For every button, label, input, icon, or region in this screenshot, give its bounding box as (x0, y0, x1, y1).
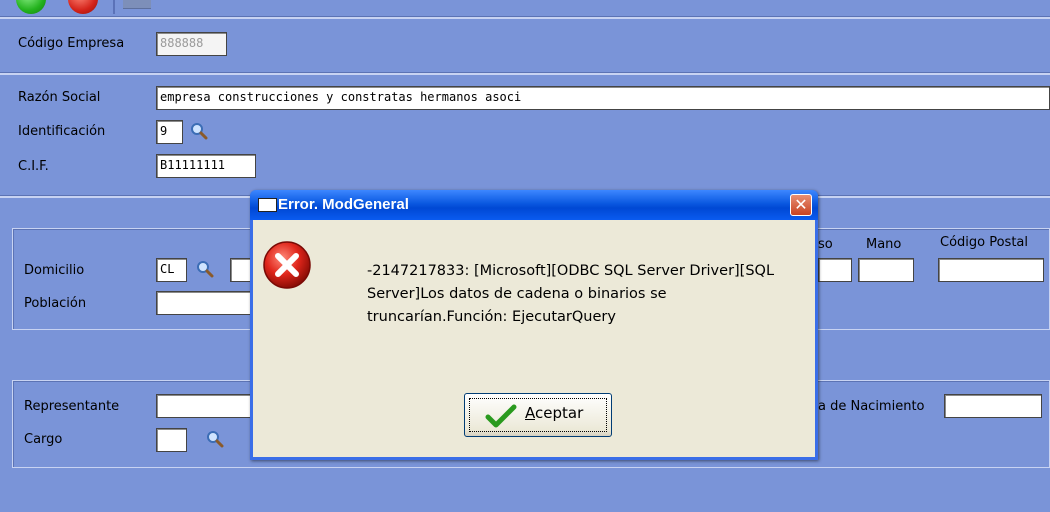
mano-field[interactable] (858, 258, 914, 282)
fecha-nacimiento-field[interactable] (944, 394, 1042, 418)
cancel-toolbar-button[interactable] (68, 0, 98, 14)
error-message: -2147217833: [Microsoft][ODBC SQL Server… (367, 263, 775, 325)
error-icon (263, 241, 311, 289)
fecha-nacimiento-label: a de Nacimiento (818, 399, 925, 414)
app-icon (258, 198, 277, 212)
aceptar-button[interactable]: Aceptar (464, 393, 612, 437)
representante-label: Representante (24, 399, 120, 414)
accept-toolbar-button[interactable] (16, 0, 46, 14)
magnifier-icon[interactable] (206, 430, 224, 448)
poblacion-field[interactable] (156, 291, 254, 315)
identificacion-label: Identificación (18, 124, 106, 139)
razon-social-field[interactable]: empresa construcciones y constratas herm… (156, 86, 1050, 110)
aceptar-label: Aceptar (525, 404, 584, 422)
domicilio-label: Domicilio (24, 263, 85, 278)
cargo-field[interactable] (156, 428, 187, 452)
codigo-postal-field[interactable] (938, 258, 1044, 282)
codigo-empresa-label: Código Empresa (18, 36, 125, 51)
razon-social-label: Razón Social (18, 90, 101, 105)
codigo-empresa-field[interactable]: 888888 (156, 32, 227, 56)
flag-icon[interactable] (123, 0, 151, 9)
close-button[interactable]: ✕ (790, 194, 812, 216)
piso-label: so (818, 237, 833, 252)
cif-field[interactable]: B11111111 (156, 154, 256, 178)
section-divider (0, 16, 1050, 19)
dialog-title: Error. ModGeneral (278, 196, 409, 213)
dialog-titlebar[interactable]: Error. ModGeneral ✕ (250, 190, 818, 220)
cargo-label: Cargo (24, 432, 63, 447)
representante-field[interactable] (156, 394, 254, 418)
cif-label: C.I.F. (18, 159, 49, 174)
toolbar-separator (113, 0, 115, 14)
magnifier-icon[interactable] (196, 260, 214, 278)
dialog-body: -2147217833: [Microsoft][ODBC SQL Server… (253, 220, 815, 457)
checkmark-icon (485, 404, 517, 428)
codigo-postal-label: Código Postal (940, 235, 1029, 250)
poblacion-label: Población (24, 296, 87, 311)
toolbar (0, 0, 1050, 16)
mano-label: Mano (866, 237, 902, 252)
error-dialog: Error. ModGeneral ✕ -2147217833: [Micros… (250, 190, 818, 460)
section-divider (0, 72, 1050, 75)
identificacion-field[interactable]: 9 (156, 120, 183, 144)
via-type-field[interactable]: CL (156, 258, 187, 282)
piso-field[interactable] (818, 258, 852, 282)
magnifier-icon[interactable] (190, 122, 208, 140)
